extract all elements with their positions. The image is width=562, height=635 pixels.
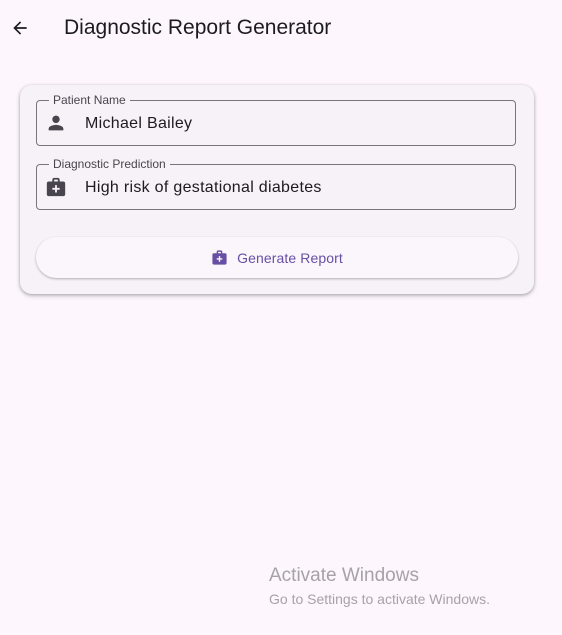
patient-name-input[interactable]: Michael Bailey xyxy=(85,114,192,134)
patient-name-label: Patient Name xyxy=(49,92,130,108)
medical-bag-icon xyxy=(212,250,227,265)
back-button[interactable] xyxy=(4,8,36,48)
app-bar: Diagnostic Report Generator xyxy=(0,0,562,56)
diagnostic-prediction-label: Diagnostic Prediction xyxy=(49,156,170,172)
report-form-card: Patient Name Michael Bailey Diagnostic P… xyxy=(20,85,534,294)
activate-windows-watermark: Activate Windows Go to Settings to activ… xyxy=(269,564,490,609)
arrow-left-icon xyxy=(13,21,27,35)
patient-name-field[interactable]: Patient Name Michael Bailey xyxy=(36,92,516,146)
watermark-subtitle: Go to Settings to activate Windows. xyxy=(269,591,490,607)
page-title: Diagnostic Report Generator xyxy=(64,16,332,39)
medical-bag-icon xyxy=(45,176,67,198)
person-icon xyxy=(45,112,67,134)
diagnostic-prediction-field[interactable]: Diagnostic Prediction High risk of gesta… xyxy=(36,156,516,210)
generate-report-button[interactable]: Generate Report xyxy=(36,237,518,278)
generate-report-label: Generate Report xyxy=(237,249,343,266)
watermark-title: Activate Windows xyxy=(269,565,419,586)
diagnostic-prediction-input[interactable]: High risk of gestational diabetes xyxy=(85,178,322,198)
